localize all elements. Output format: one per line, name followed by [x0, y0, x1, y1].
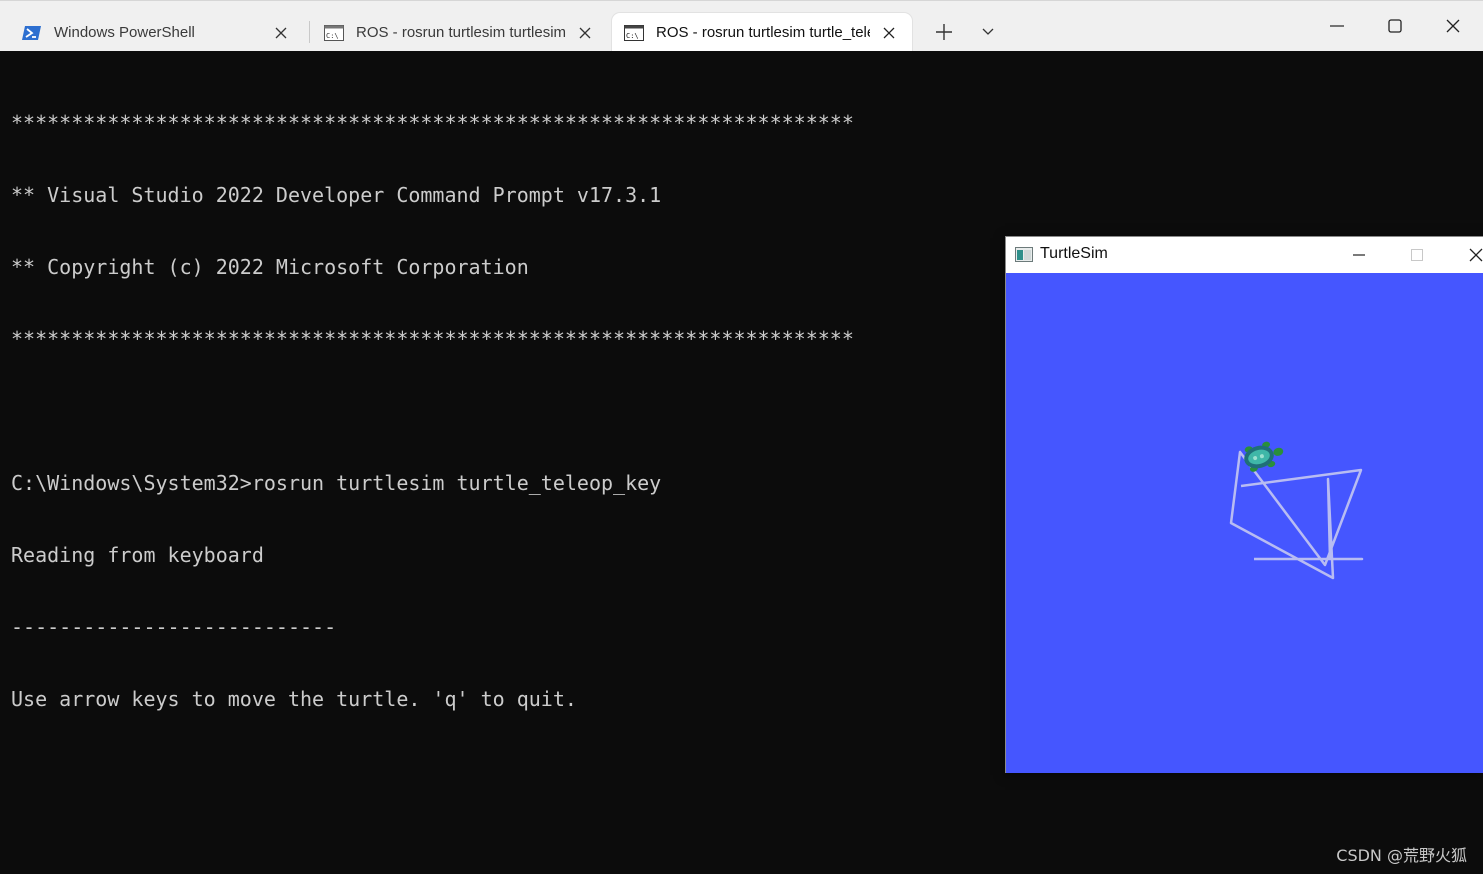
turtlesim-maximize-button[interactable] [1397, 239, 1437, 271]
close-tab-icon[interactable] [572, 20, 598, 46]
tab-dropdown-button[interactable] [971, 17, 1005, 47]
turtle-icon [1244, 441, 1284, 472]
app-window-icon [1015, 247, 1033, 262]
turtlesim-title: TurtleSim [1040, 245, 1108, 262]
tab-title: Windows PowerShell [54, 24, 195, 41]
tab-bar: Windows PowerShell C:\ ROS - rosrun turt… [0, 0, 1483, 52]
terminal-output: ****************************************… [11, 63, 854, 759]
command-prompt-icon: C:\ [324, 24, 344, 41]
terminal-line: --------------------------- [11, 615, 337, 639]
powershell-icon [22, 25, 41, 40]
terminal-line: C:\Windows\System32>rosrun turtlesim tur… [11, 471, 662, 495]
turtlesim-close-button[interactable] [1456, 239, 1483, 271]
terminal-line: ** Visual Studio 2022 Developer Command … [11, 183, 662, 207]
chevron-down-icon [982, 28, 994, 35]
new-tab-button[interactable] [927, 17, 961, 47]
turtle-drawing [1229, 441, 1364, 580]
minimize-button[interactable] [1314, 9, 1360, 43]
turtlesim-window: TurtleSim [1005, 236, 1483, 773]
tab-title: ROS - rosrun turtlesim turtle_teleop_key [656, 24, 870, 41]
svg-text:C:\: C:\ [626, 32, 639, 40]
turtlesim-minimize-button[interactable] [1339, 239, 1379, 271]
terminal-line: ****************************************… [11, 111, 854, 135]
terminal-line: ** Copyright (c) 2022 Microsoft Corporat… [11, 255, 529, 279]
maximize-icon [1411, 249, 1423, 261]
terminal-line: Use arrow keys to move the turtle. 'q' t… [11, 687, 577, 711]
tab-windows-powershell[interactable]: Windows PowerShell [10, 13, 304, 52]
turtle-path [1229, 450, 1364, 580]
close-window-button[interactable] [1430, 9, 1476, 43]
svg-text:C:\: C:\ [326, 32, 339, 40]
turtlesim-canvas [1006, 273, 1483, 773]
tab-separator [309, 21, 310, 43]
maximize-button[interactable] [1372, 9, 1418, 43]
minimize-icon [1330, 25, 1344, 27]
close-icon [1469, 248, 1483, 262]
turtlesim-titlebar[interactable]: TurtleSim [1006, 237, 1483, 273]
terminal-line: ****************************************… [11, 327, 854, 351]
maximize-icon [1388, 19, 1402, 33]
tab-ros-turtlesim[interactable]: C:\ ROS - rosrun turtlesim turtlesim [312, 13, 608, 52]
close-icon [1446, 19, 1460, 33]
tab-ros-teleop[interactable]: C:\ ROS - rosrun turtlesim turtle_teleop… [612, 13, 912, 52]
close-tab-icon[interactable] [268, 20, 294, 46]
watermark: CSDN @荒野火狐 [1336, 846, 1467, 865]
close-tab-icon[interactable] [876, 20, 902, 46]
tab-title: ROS - rosrun turtlesim turtlesim [356, 24, 566, 41]
terminal-line: Reading from keyboard [11, 543, 264, 567]
minimize-icon [1353, 254, 1365, 256]
plus-icon [936, 24, 952, 40]
command-prompt-icon: C:\ [624, 24, 644, 41]
